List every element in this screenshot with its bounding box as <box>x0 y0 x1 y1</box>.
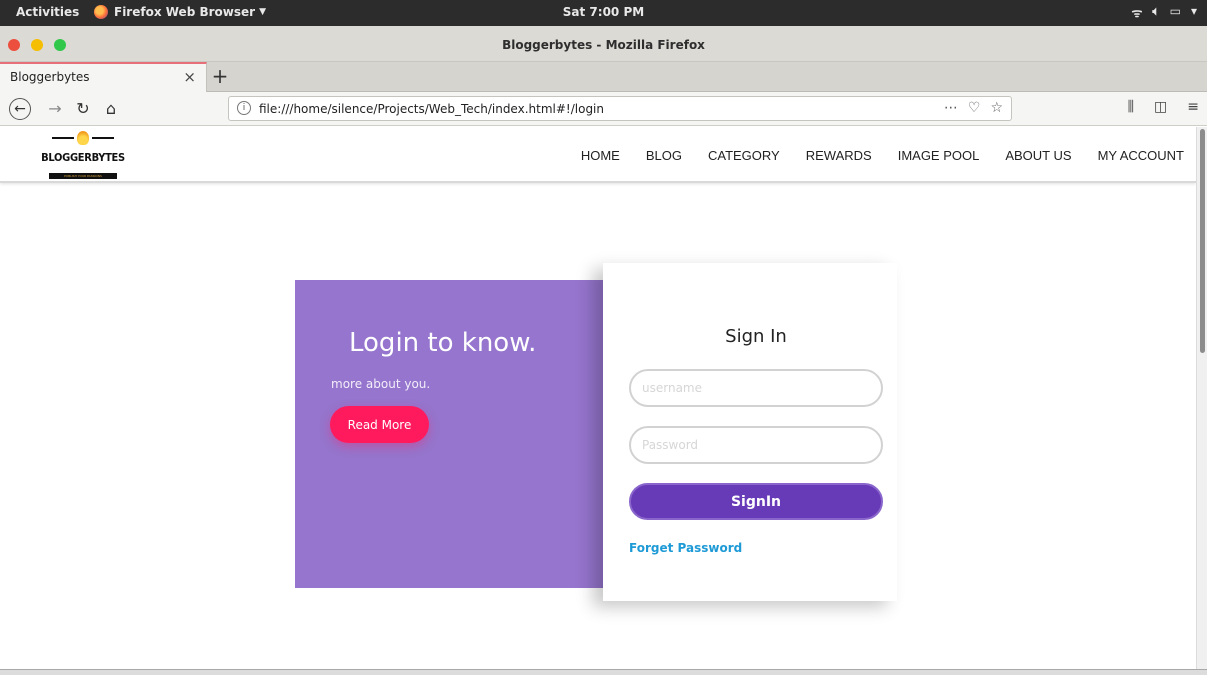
right-toolbar: ⫼ ◫ ≡ <box>1128 99 1199 115</box>
window-titlebar: Bloggerbytes - Mozilla Firefox <box>0 26 1207 62</box>
bookmark-star-icon[interactable]: ☆ <box>990 100 1003 116</box>
caret-down-icon: ▾ <box>1190 4 1197 18</box>
wifi-icon: ᯤ <box>1131 6 1143 20</box>
window-bottom-edge <box>0 669 1207 675</box>
nav-home[interactable]: HOME <box>581 148 620 163</box>
nav-image-pool[interactable]: IMAGE POOL <box>898 148 980 163</box>
site-header: BLOGGERBYTES PUBLISH YOUR PASSIONS HOME … <box>0 127 1196 183</box>
pocket-icon[interactable]: ♡ <box>968 100 981 116</box>
url-input[interactable] <box>259 102 899 116</box>
main-nav: HOME BLOG CATEGORY REWARDS IMAGE POOL AB… <box>581 148 1184 163</box>
nav-my-account[interactable]: MY ACCOUNT <box>1098 148 1184 163</box>
signin-button[interactable]: SignIn <box>629 483 883 520</box>
tab-close-icon[interactable]: × <box>183 68 196 86</box>
url-bar[interactable]: i ⋯ ♡ ☆ <box>228 96 1012 121</box>
url-actions: ⋯ ♡ ☆ <box>944 100 1003 116</box>
tab-bloggerbytes[interactable]: Bloggerbytes × <box>0 62 207 92</box>
volume-icon: 🔈︎ <box>1152 4 1160 18</box>
navigation-toolbar: ← → ↻ ⌂ i ⋯ ♡ ☆ ⫼ ◫ ≡ <box>0 92 1207 126</box>
logo-emblem <box>32 129 134 147</box>
password-input[interactable] <box>629 426 883 464</box>
firefox-logo-icon <box>94 5 108 19</box>
battery-icon: ▭ <box>1169 4 1181 18</box>
scrollbar-thumb[interactable] <box>1200 129 1205 353</box>
logo-brand: BLOGGERBYTES <box>41 151 125 164</box>
read-more-button[interactable]: Read More <box>330 406 429 443</box>
info-icon[interactable]: i <box>237 101 251 115</box>
nav-rewards[interactable]: REWARDS <box>806 148 872 163</box>
nav-about-us[interactable]: ABOUT US <box>1005 148 1071 163</box>
hamburger-menu-icon[interactable]: ≡ <box>1187 99 1199 115</box>
sidebar-icon[interactable]: ◫ <box>1154 99 1167 115</box>
logo-tagline: PUBLISH YOUR PASSIONS <box>49 173 117 179</box>
back-button[interactable]: ← <box>9 98 31 120</box>
flame-icon <box>77 131 89 145</box>
nav-blog[interactable]: BLOG <box>646 148 682 163</box>
site-logo[interactable]: BLOGGERBYTES PUBLISH YOUR PASSIONS <box>32 129 134 183</box>
forgot-password-link[interactable]: Forget Password <box>629 541 742 555</box>
signin-card: Sign In SignIn Forget Password <box>603 263 897 601</box>
new-tab-button[interactable]: + <box>210 64 230 88</box>
promo-headline: Login to know. <box>349 328 537 358</box>
web-page: BLOGGERBYTES PUBLISH YOUR PASSIONS HOME … <box>0 127 1196 669</box>
reload-button[interactable]: ↻ <box>72 98 94 120</box>
system-top-bar: Activities Firefox Web Browser ▼ Sat 7:0… <box>0 0 1207 26</box>
caret-down-icon: ▼ <box>259 7 266 17</box>
nav-category[interactable]: CATEGORY <box>708 148 780 163</box>
page-scrollbar[interactable] <box>1196 127 1207 669</box>
username-input[interactable] <box>629 369 883 407</box>
window-title: Bloggerbytes - Mozilla Firefox <box>502 38 705 52</box>
tab-label: Bloggerbytes <box>10 70 90 84</box>
signin-title: Sign In <box>725 326 787 347</box>
tab-strip: Bloggerbytes × + <box>0 62 1207 92</box>
app-menu-label: Firefox Web Browser <box>114 5 256 19</box>
home-button[interactable]: ⌂ <box>100 98 122 120</box>
system-tray[interactable]: ᯤ 🔈︎ ▭ ▾ <box>1131 4 1197 21</box>
app-menu[interactable]: Firefox Web Browser ▼ <box>94 5 266 19</box>
promo-subtext: more about you. <box>331 377 431 391</box>
page-actions-icon[interactable]: ⋯ <box>944 100 958 116</box>
forward-button[interactable]: → <box>44 98 66 120</box>
activities-button[interactable]: Activities <box>16 5 79 19</box>
library-icon[interactable]: ⫼ <box>1128 99 1134 115</box>
login-promo-panel: Login to know. more about you. Read More <box>295 280 605 588</box>
